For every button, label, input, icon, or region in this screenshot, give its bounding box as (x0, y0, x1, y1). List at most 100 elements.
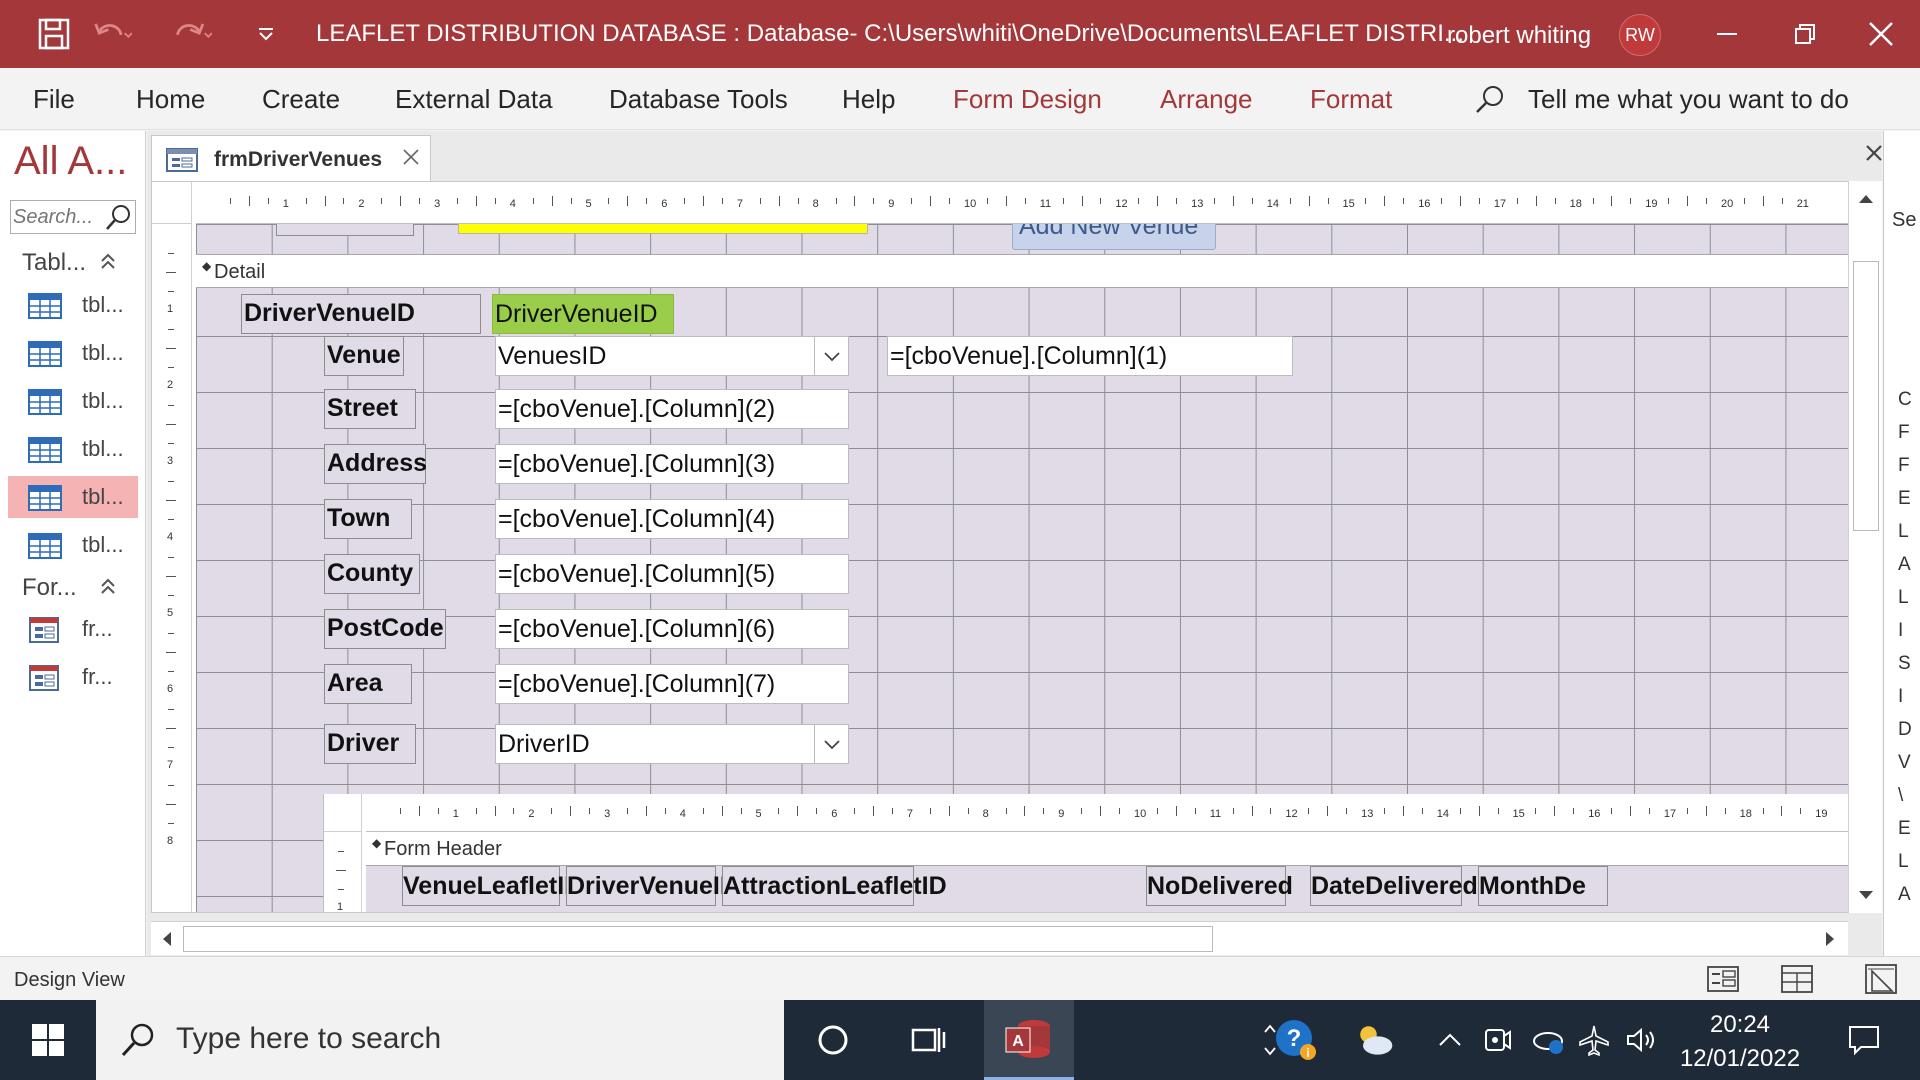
street-label[interactable]: Street (324, 389, 416, 429)
tab-format[interactable]: Format (1310, 84, 1392, 115)
nav-group-forms[interactable]: For... (22, 574, 115, 602)
airplane-mode-icon[interactable] (1572, 1018, 1616, 1062)
help-icon[interactable]: ? i (1274, 1018, 1318, 1062)
horizontal-scroll-thumb[interactable] (183, 926, 1213, 952)
property-item-letter[interactable]: F (1898, 422, 1910, 444)
task-view-icon[interactable] (884, 1000, 974, 1080)
collapse-icon[interactable] (98, 251, 118, 271)
design-canvas[interactable]: Add New Venue ◆ Detail DriverVenueID Dri… (196, 224, 1848, 912)
tab-external-data[interactable]: External Data (395, 84, 553, 115)
property-item-letter[interactable]: D (1898, 719, 1912, 741)
driver-label[interactable]: Driver (324, 724, 416, 764)
county-label[interactable]: County (324, 554, 420, 594)
property-item-letter[interactable]: E (1898, 488, 1911, 510)
col-attraction-leaflet-id[interactable]: AttractionLeafletID (722, 866, 947, 906)
property-sheet-pane[interactable]: Se C F F E L A L I S I D V \ E L A (1883, 131, 1920, 956)
header-control[interactable] (276, 224, 414, 236)
close-tab-icon[interactable] (400, 146, 422, 168)
county-field[interactable]: =[cboVenue].[Column](5) (495, 554, 849, 594)
design-view-button[interactable] (1860, 962, 1902, 996)
property-item-letter[interactable]: L (1898, 521, 1909, 543)
subform-control[interactable]: 1 2 3 4 5 6 7 8 9 10 11 12 13 14 15 16 17 18 19 1 ◆ Form H… (323, 794, 1848, 912)
tab-home[interactable]: Home (136, 84, 205, 115)
tab-help[interactable]: Help (842, 84, 895, 115)
nav-pane-title[interactable]: All A... (14, 139, 127, 184)
tell-me-box[interactable]: Tell me what you want to do (1528, 84, 1849, 115)
volume-icon[interactable] (1620, 1018, 1664, 1062)
col-no-delivered[interactable]: NoDelivered (1146, 866, 1293, 906)
property-item-letter[interactable]: I (1898, 620, 1903, 642)
nav-table-item[interactable]: tbl... (0, 428, 138, 470)
nav-table-item[interactable]: tbl... (0, 332, 138, 374)
property-item-letter[interactable]: V (1898, 752, 1911, 774)
subform-canvas[interactable]: ◆ Form Header VenueLeafletID DriverVenue… (366, 832, 1848, 912)
restore-button[interactable] (1770, 0, 1840, 68)
scroll-down-icon[interactable] (1852, 881, 1880, 909)
venue-column1-field[interactable]: =[cboVenue].[Column](1) (887, 336, 1293, 376)
street-field[interactable]: =[cboVenue].[Column](2) (495, 389, 849, 429)
redo-icon[interactable] (172, 14, 212, 54)
postcode-field[interactable]: =[cboVenue].[Column](6) (495, 609, 849, 649)
taskbar-search-box[interactable]: Type here to search (96, 1000, 784, 1080)
nav-form-item[interactable]: fr... (0, 608, 138, 650)
tab-database-tools[interactable]: Database Tools (609, 84, 788, 115)
nav-table-item[interactable]: tbl... (0, 284, 138, 326)
nav-table-item[interactable]: tbl... (0, 380, 138, 422)
nav-group-tables[interactable]: Tabl... (22, 249, 115, 277)
show-hidden-icons[interactable] (1428, 1018, 1472, 1062)
address-field[interactable]: =[cboVenue].[Column](3) (495, 444, 849, 484)
customize-toolbar-icon[interactable] (246, 14, 286, 54)
nav-form-item[interactable]: fr... (0, 656, 138, 698)
property-item-letter[interactable]: E (1898, 818, 1911, 840)
property-item-letter[interactable]: I (1898, 686, 1903, 708)
tab-file[interactable]: File (33, 84, 75, 115)
property-item-letter[interactable]: S (1898, 653, 1911, 675)
close-button[interactable] (1846, 0, 1916, 68)
vertical-scrollbar[interactable] (1848, 181, 1882, 913)
property-item-letter[interactable]: L (1898, 851, 1909, 873)
save-icon[interactable] (34, 14, 74, 54)
scroll-up-icon[interactable] (1852, 185, 1880, 213)
cortana-icon[interactable] (788, 1000, 878, 1080)
horizontal-ruler[interactable]: 1 2 3 4 5 6 7 8 9 10 11 12 13 14 15 16 17 18 19 20 21 (196, 182, 1848, 224)
onedrive-sync-icon[interactable] (1526, 1018, 1570, 1062)
form-header-section-bar[interactable]: ◆ Form Header (366, 832, 1848, 866)
subform-horizontal-ruler[interactable]: 1 2 3 4 5 6 7 8 9 10 11 12 13 14 15 16 17 18 19 (366, 794, 1848, 832)
undo-icon[interactable] (92, 14, 132, 54)
property-item-letter[interactable]: F (1898, 455, 1910, 477)
notifications-icon[interactable] (1842, 1018, 1886, 1062)
tab-form-design[interactable]: Form Design (953, 84, 1102, 115)
avatar[interactable]: RW (1619, 14, 1661, 56)
windows-start-icon[interactable] (0, 1000, 96, 1080)
area-field[interactable]: =[cboVenue].[Column](7) (495, 664, 849, 704)
detail-section-bar[interactable]: ◆ Detail (196, 254, 1848, 288)
col-driver-venue-id[interactable]: DriverVenueID (566, 866, 738, 906)
scroll-right-icon[interactable] (1816, 925, 1844, 953)
property-item-letter[interactable]: \ (1898, 785, 1903, 807)
property-item-letter[interactable]: A (1898, 554, 1911, 576)
postcode-label[interactable]: PostCode (324, 609, 446, 649)
minimize-button[interactable] (1692, 0, 1762, 68)
venue-combo[interactable]: VenuesID (495, 336, 849, 376)
document-tab[interactable]: frmDriverVenues (151, 135, 431, 181)
vertical-ruler[interactable]: 1 2 3 4 5 6 7 8 (152, 224, 192, 912)
lightbulb-search-icon[interactable] (1474, 84, 1506, 116)
access-app-icon[interactable]: A (984, 1000, 1074, 1080)
tab-create[interactable]: Create (262, 84, 340, 115)
weather-icon[interactable] (1352, 1018, 1396, 1062)
nav-search-box[interactable] (10, 200, 136, 234)
meet-now-icon[interactable] (1476, 1018, 1520, 1062)
nav-table-item-selected[interactable]: tbl... (8, 476, 138, 518)
vertical-scroll-thumb[interactable] (1853, 261, 1879, 531)
col-venue-leaflet-id[interactable]: VenueLeafletID (402, 866, 582, 906)
driver-venue-id-field[interactable]: DriverVenueID (492, 294, 674, 334)
nav-table-item[interactable]: tbl... (0, 524, 138, 566)
ruler-corner[interactable] (152, 182, 192, 224)
col-date-delivered[interactable]: DateDelivered (1310, 866, 1478, 906)
town-label[interactable]: Town (324, 499, 412, 539)
subform-ruler-corner[interactable] (324, 794, 362, 832)
search-icon[interactable] (103, 203, 133, 233)
collapse-icon[interactable] (98, 576, 118, 596)
property-item-letter[interactable]: L (1898, 587, 1909, 609)
area-label[interactable]: Area (324, 664, 412, 704)
